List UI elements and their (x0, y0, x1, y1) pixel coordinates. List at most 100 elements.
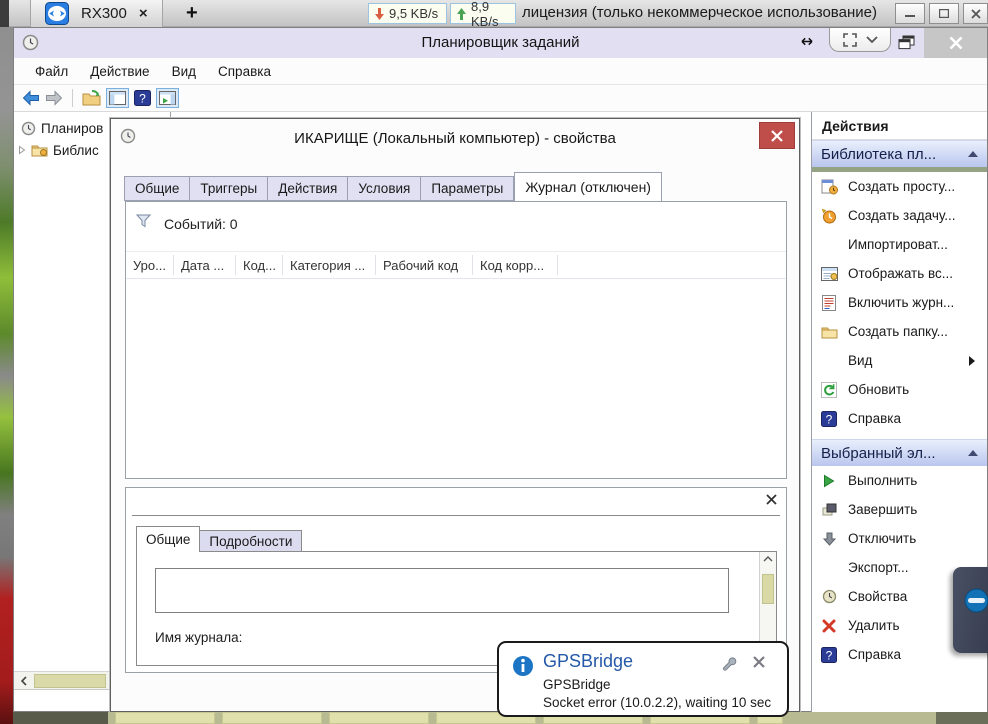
create-basic-task-icon (820, 178, 838, 196)
event-description-field[interactable] (155, 568, 729, 613)
action-label: Включить журн... (848, 295, 954, 310)
events-filter-row: Событий: 0 (126, 202, 786, 252)
forward-icon[interactable] (45, 90, 63, 106)
title-bar[interactable]: Планировщик заданий (14, 28, 987, 58)
action-pane-toggle-icon[interactable] (156, 88, 179, 108)
menu-file[interactable]: Файл (24, 64, 79, 79)
dialog-close-button[interactable] (759, 122, 795, 149)
tab-general[interactable]: Общие (124, 176, 190, 201)
action-label: Завершить (848, 502, 917, 517)
maximize-button[interactable] (929, 3, 959, 24)
restore-window-icon[interactable] (898, 35, 915, 50)
taskbar-tray-area[interactable] (936, 712, 988, 724)
properties-icon (820, 588, 838, 606)
display-running-tasks-icon (820, 265, 838, 283)
preview-close-icon[interactable] (766, 494, 777, 505)
menu-action[interactable]: Действие (79, 64, 160, 79)
notification-close-icon[interactable] (753, 656, 765, 668)
back-icon[interactable] (22, 90, 40, 106)
preview-tab-details[interactable]: Подробности (199, 530, 302, 552)
column-header-operational-code[interactable]: Рабочий код (376, 255, 473, 275)
section-header-library[interactable]: Библиотека пл... (812, 140, 987, 167)
collapse-icon[interactable] (968, 450, 978, 456)
window-corner (0, 0, 9, 27)
svg-text:?: ? (826, 648, 833, 662)
action-create-basic-task[interactable]: Создать просту... (812, 172, 987, 201)
column-header-level[interactable]: Уро... (126, 255, 174, 275)
section-header-selected-item[interactable]: Выбранный эл... (812, 439, 987, 466)
toolbar-separator (72, 89, 73, 107)
refresh-icon (820, 381, 838, 399)
section-title: Библиотека пл... (821, 146, 936, 163)
action-enable-history[interactable]: Включить журн... (812, 288, 987, 317)
action-display-running[interactable]: Отображать вс... (812, 259, 987, 288)
action-run[interactable]: Выполнить (812, 466, 987, 495)
column-header-category[interactable]: Категория ... (283, 255, 376, 275)
action-view[interactable]: Вид (812, 346, 987, 375)
action-label: Отображать вс... (848, 266, 953, 281)
action-disable[interactable]: Отключить (812, 524, 987, 553)
properties-dialog: ИКАРИЩЕ (Локальный компьютер) - свойства… (110, 118, 800, 712)
column-header-date[interactable]: Дата ... (174, 255, 236, 275)
taskbar-button[interactable] (115, 712, 215, 724)
help-toolbar-icon[interactable]: ? (134, 90, 151, 106)
resize-arrows-icon (797, 36, 817, 47)
action-label: Выполнить (848, 473, 917, 488)
collapse-icon[interactable] (968, 151, 978, 157)
teamviewer-logo-icon (45, 2, 69, 25)
filter-funnel-icon[interactable] (136, 214, 152, 229)
menu-view[interactable]: Вид (161, 64, 207, 79)
console-tree-toggle-icon[interactable] (106, 88, 129, 108)
taskbar-button[interactable] (329, 712, 429, 724)
taskbar-button[interactable] (222, 712, 322, 724)
action-new-folder[interactable]: Создать папку... (812, 317, 987, 346)
download-speed-value: 9,5 KB/s (389, 6, 438, 21)
tab-settings[interactable]: Параметры (421, 176, 514, 201)
scroll-up-icon[interactable] (763, 556, 773, 562)
column-header-correlation-id[interactable]: Код корр... (473, 255, 558, 275)
action-import[interactable]: Импортироват... (812, 230, 987, 259)
settings-wrench-icon[interactable] (721, 656, 737, 671)
close-button[interactable] (963, 3, 988, 24)
action-label: Справка (848, 647, 901, 662)
svg-text:?: ? (139, 92, 146, 106)
tab-conditions[interactable]: Условия (348, 176, 421, 201)
new-folder-icon (820, 323, 838, 341)
scroll-left-icon[interactable] (14, 672, 34, 690)
download-arrow-icon (375, 8, 384, 20)
tree-item-label: Библис (53, 143, 99, 158)
session-tab[interactable]: RX300 × (30, 0, 163, 27)
tab-actions[interactable]: Действия (268, 176, 348, 201)
taskbar-start-area[interactable] (13, 712, 108, 724)
tab-triggers[interactable]: Триггеры (190, 176, 268, 201)
fullscreen-icon[interactable] (843, 33, 857, 47)
preview-divider (132, 515, 780, 516)
scrollbar-thumb[interactable] (762, 574, 774, 604)
upload-speed-value: 8,9 KB/s (471, 0, 509, 29)
minimize-button[interactable] (895, 3, 925, 24)
preview-tab-general[interactable]: Общие (136, 526, 200, 552)
action-label: Экспорт... (848, 560, 908, 575)
action-end[interactable]: Завершить (812, 495, 987, 524)
preview-tab-strip: Общие Подробности (136, 526, 302, 552)
action-help[interactable]: ? Справка (812, 404, 987, 433)
submenu-arrow-icon (969, 356, 975, 366)
teamviewer-grip-tab[interactable] (829, 28, 891, 52)
tab-history[interactable]: Журнал (отключен) (514, 172, 662, 201)
teamviewer-panel-handle[interactable] (953, 567, 988, 653)
window-close-button[interactable] (924, 28, 987, 58)
notification-app-name: GPSBridge (543, 677, 611, 692)
export-list-icon[interactable] (82, 90, 101, 106)
column-header-event-id[interactable]: Код... (236, 255, 283, 275)
session-tab-close[interactable]: × (139, 5, 148, 22)
chevron-down-icon[interactable] (866, 36, 878, 43)
expander-icon[interactable] (18, 145, 26, 155)
new-session-button[interactable]: + (186, 0, 198, 27)
notification-title: GPSBridge (543, 651, 633, 672)
menu-help[interactable]: Справка (207, 64, 282, 79)
scrollbar-thumb[interactable] (34, 674, 106, 688)
info-icon (512, 655, 534, 677)
action-refresh[interactable]: Обновить (812, 375, 987, 404)
gpsbridge-notification[interactable]: GPSBridge GPSBridge Socket error (10.0.2… (497, 641, 789, 717)
action-create-task[interactable]: Создать задачу... (812, 201, 987, 230)
